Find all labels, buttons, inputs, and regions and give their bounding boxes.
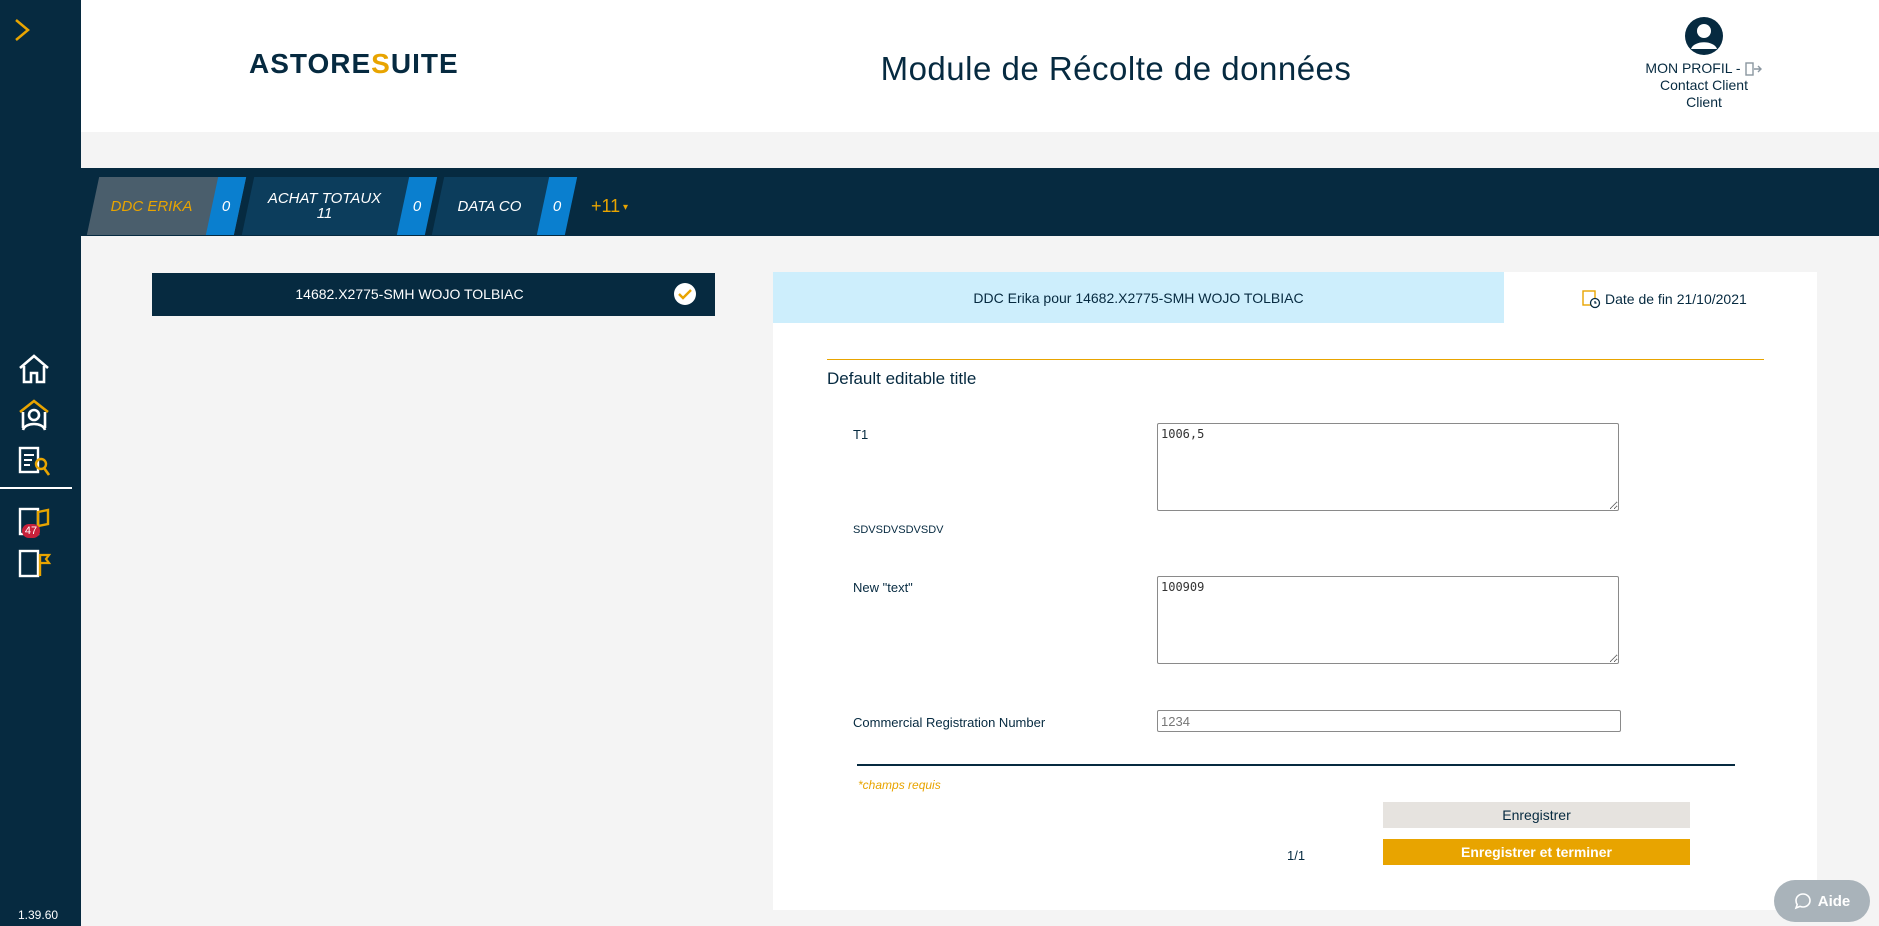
page-indicator: 1/1 [1287, 848, 1306, 863]
form-heading: DDC Erika pour 14682.X2775-SMH WOJO TOLB… [773, 272, 1504, 323]
avatar-icon[interactable] [1684, 16, 1724, 56]
field-help-t1: SDVSDVSDVSDV [853, 524, 944, 536]
logout-icon[interactable] [1744, 61, 1763, 76]
clipboard-sign-icon[interactable] [16, 546, 52, 580]
section-divider [827, 359, 1764, 360]
help-label: Aide [1817, 892, 1851, 910]
tab-count: 0 [412, 197, 422, 215]
tab-label: DATA CO [457, 197, 522, 215]
form-divider [857, 764, 1735, 766]
profile-menu[interactable]: MON PROFIL - Contact Client Client [1614, 16, 1794, 111]
more-tabs-dropdown[interactable]: +11 ▾ [591, 196, 628, 217]
tab-count: 0 [221, 197, 231, 215]
tab-ddc-erika[interactable]: DDC ERIKA 0 [86, 177, 247, 235]
new-text-textarea[interactable]: 100909 [1157, 576, 1619, 664]
field-label-new-text: New "text" [853, 580, 913, 595]
check-icon [674, 283, 696, 305]
store-label: 14682.X2775-SMH WOJO TOLBIAC [295, 286, 524, 302]
tab-label: DDC ERIKA [110, 197, 193, 215]
profile-contact: Contact Client [1660, 77, 1748, 93]
header: ASTORESUITE Module de Récolte de données… [81, 0, 1879, 132]
chat-bubble-icon [1794, 893, 1811, 910]
astoresuite-logo[interactable]: ASTORESUITE [249, 48, 459, 80]
sidebar: 47 1.39.60 [0, 0, 81, 926]
field-label-t1: T1 [853, 427, 869, 442]
stores-icon[interactable] [16, 398, 52, 432]
sidebar-separator [0, 487, 72, 489]
profile-role: Client [1686, 94, 1722, 110]
app-version: 1.39.60 [18, 908, 59, 922]
checklist-search-icon[interactable] [16, 444, 52, 478]
page-title: Module de Récolte de données [880, 50, 1352, 87]
caret-down-icon: ▾ [620, 201, 629, 213]
tab-label-line2: 11 [316, 205, 333, 222]
save-and-finish-button[interactable]: Enregistrer et terminer [1383, 839, 1690, 865]
end-date-label: Date de fin [1605, 291, 1673, 307]
home-icon[interactable] [16, 352, 52, 386]
commercial-registration-input[interactable] [1157, 710, 1621, 732]
field-label-commercial-registration: Commercial Registration Number [853, 715, 1046, 730]
section-title: Default editable title [827, 369, 977, 388]
t1-textarea[interactable]: 1006,5 [1157, 423, 1619, 511]
notification-badge: 47 [22, 524, 40, 538]
form-panel: DDC Erika pour 14682.X2775-SMH WOJO TOLB… [773, 272, 1817, 910]
required-note: *champs requis [858, 778, 941, 792]
calendar-clock-icon [1582, 290, 1601, 309]
expand-sidebar-icon[interactable] [10, 14, 34, 46]
tab-label: ACHAT TOTAUX [267, 190, 382, 207]
end-date-value: 21/10/2021 [1676, 291, 1747, 307]
help-button[interactable]: Aide [1774, 880, 1870, 922]
tab-count: 0 [552, 197, 562, 215]
tab-achat-totaux[interactable]: ACHAT TOTAUX 11 0 [241, 177, 438, 235]
tab-data-co[interactable]: DATA CO 0 [431, 177, 578, 235]
save-button[interactable]: Enregistrer [1383, 802, 1690, 828]
my-profile-link[interactable]: MON PROFIL - [1645, 60, 1740, 77]
store-item[interactable]: 14682.X2775-SMH WOJO TOLBIAC [152, 273, 715, 316]
end-date: Date de fin 21/10/2021 [1581, 289, 1747, 309]
